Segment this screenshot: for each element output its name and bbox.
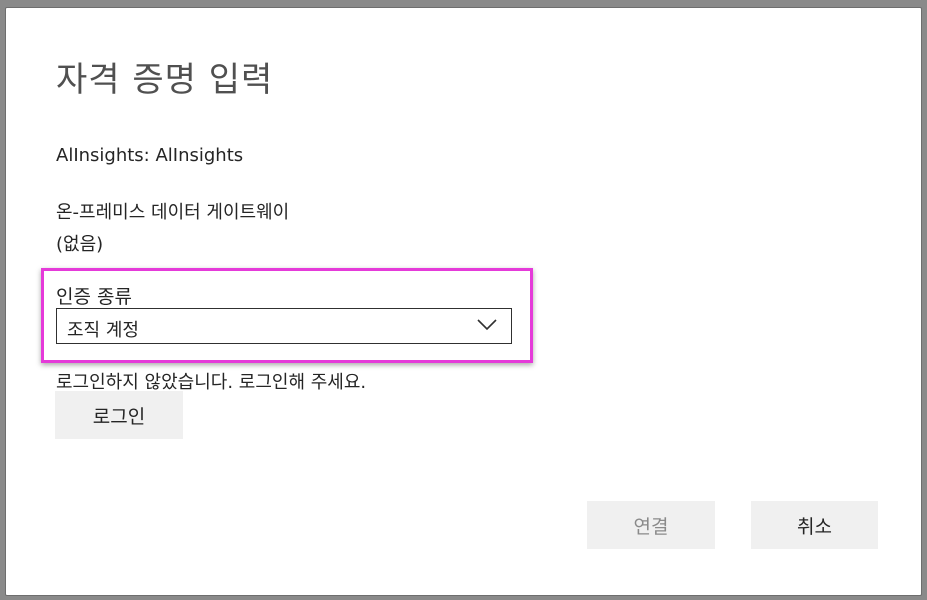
dialog-title: 자격 증명 입력 [56,60,274,100]
cancel-button[interactable]: 취소 [751,501,878,549]
auth-type-selected-value: 조직 계정 [67,320,139,341]
gateway-value: (없음) [56,234,104,255]
signin-button[interactable]: 로그인 [55,391,183,439]
auth-type-label: 인증 종류 [56,286,132,308]
gateway-label: 온-프레미스 데이터 게이트웨이 [56,202,290,223]
connect-button[interactable]: 연결 [587,501,715,549]
auth-type-select[interactable]: 조직 계정 [56,308,512,344]
chevron-down-icon [477,319,497,331]
datasource-name: AlInsights: AlInsights [56,145,244,166]
credentials-dialog: 자격 증명 입력 AlInsights: AlInsights 온-프레미스 데… [5,7,922,596]
